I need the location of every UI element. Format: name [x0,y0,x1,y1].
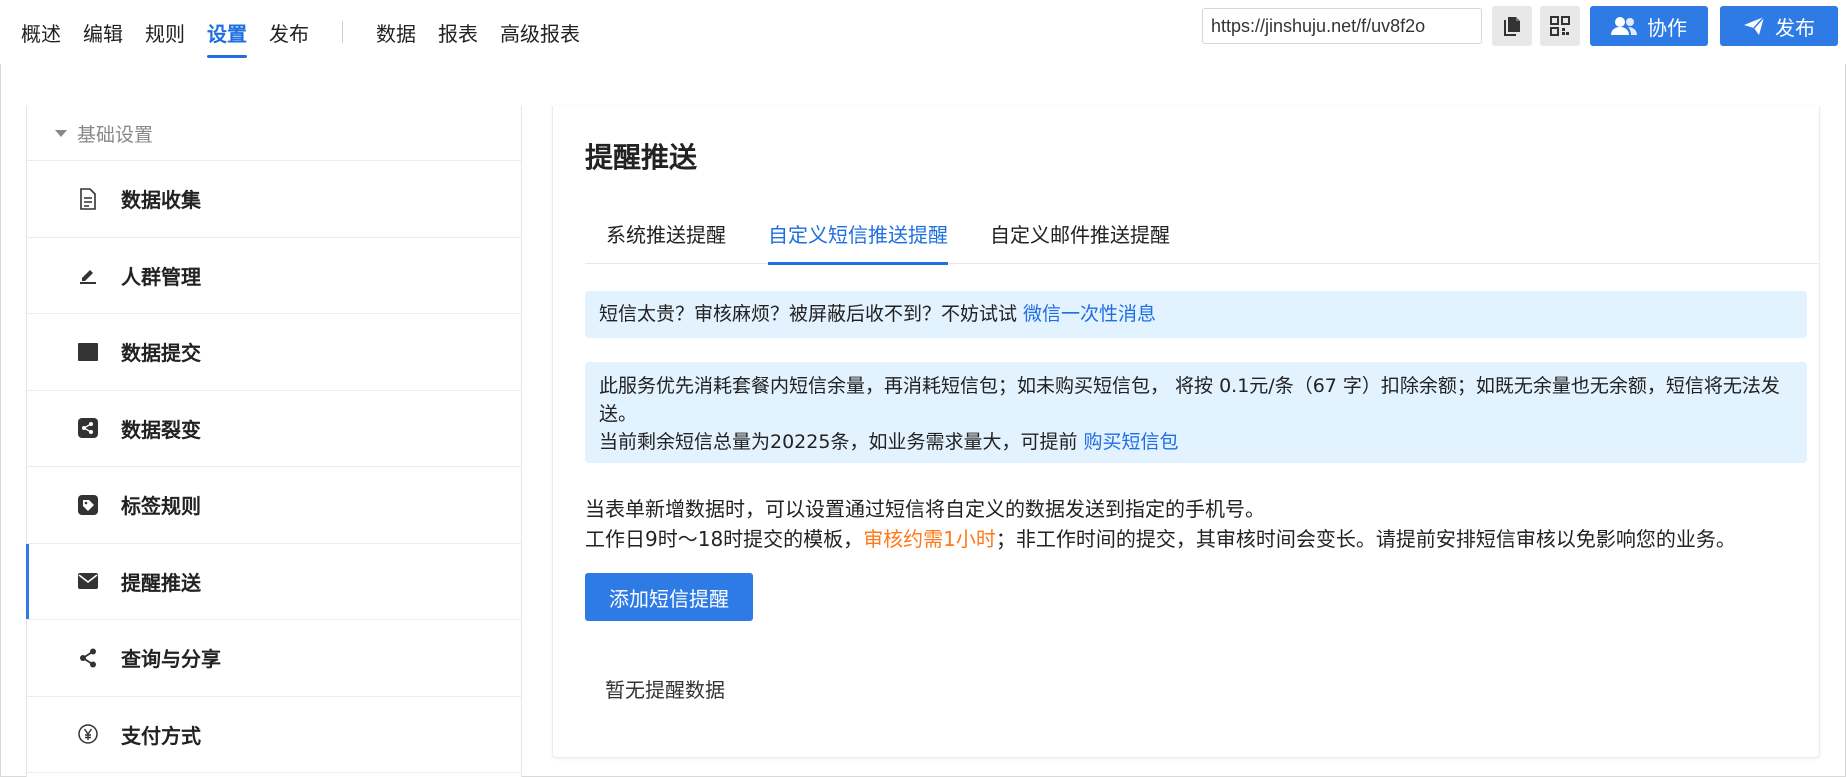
sidebar-item-audience[interactable]: 人群管理 [27,238,521,314]
review-time-post: ；非工作时间的提交，其审核时间会变长。请提前安排短信审核以免影响您的业务。 [995,527,1736,551]
qrcode-button[interactable] [1540,6,1580,46]
billing-text: 此服务优先消耗套餐内短信余量，再消耗短信包；如未购买短信包， 将按 0.1元/条… [599,375,1780,425]
sidebar-item-data-fission[interactable]: 数据裂变 [27,391,521,467]
nav-divider [342,21,343,43]
sidebar-item-label: 查询与分享 [121,647,221,672]
nav-edit[interactable]: 编辑 [72,0,134,64]
nav-data[interactable]: 数据 [365,0,427,64]
sidebar-item-label: 数据收集 [121,188,201,213]
copy-link-button[interactable] [1492,6,1532,46]
sidebar-item-query-share[interactable]: 查询与分享 [27,620,521,697]
buy-sms-package-link[interactable]: 购买短信包 [1083,431,1178,453]
collaborate-button[interactable]: 协作 [1590,6,1708,46]
qrcode-icon [1550,16,1570,36]
settings-sidebar: 基础设置 数据收集 人群管理 数据提交 数据裂变 标签规则 提醒推送 查询与分享… [26,106,522,777]
nav-overview[interactable]: 概述 [10,0,72,64]
collaborate-label: 协作 [1647,15,1687,40]
top-bar: 概述 编辑 规则 设置 发布 数据 报表 高级报表 https://jinshu… [0,0,1846,64]
sms-billing-notice: 此服务优先消耗套餐内短信余量，再消耗短信包；如未购买短信包， 将按 0.1元/条… [585,362,1807,463]
terminal-icon [77,341,99,363]
sidebar-item-label: 提醒推送 [121,570,201,595]
sidebar-item-reminder-push[interactable]: 提醒推送 [26,543,521,620]
review-time-pre: 工作日9时～18时提交的模板， [585,527,864,551]
tab-system-push[interactable]: 系统推送提醒 [585,202,747,264]
sidebar-group-basic[interactable]: 基础设置 [27,106,521,161]
sidebar-item-data-submit[interactable]: 数据提交 [27,314,521,391]
share-icon [77,647,99,669]
users-icon [1611,17,1637,35]
form-url-field[interactable]: https://jinshuju.net/f/uv8f2o [1202,8,1482,44]
nav-reports[interactable]: 报表 [427,0,489,64]
mail-icon [77,570,99,592]
share-square-icon [77,417,99,439]
sidebar-item-label: 数据裂变 [121,417,201,442]
wechat-message-link[interactable]: 微信一次性消息 [1023,303,1156,325]
tag-icon [77,494,99,516]
nav-rules[interactable]: 规则 [134,0,196,64]
remaining-sms-line: 当前剩余短信总量为20225条，如业务需求量大，可提前 购买短信包 [599,428,1793,456]
sidebar-group-label: 基础设置 [77,123,154,146]
sidebar-item-label: 数据提交 [121,341,201,366]
sidebar-item-label: 支付方式 [121,723,201,748]
sms-description: 当表单新增数据时，可以设置通过短信将自定义的数据发送到指定的手机号。 [585,497,1265,521]
empty-state-text: 暂无提醒数据 [605,678,725,702]
publish-button[interactable]: 发布 [1720,6,1838,46]
nav-advanced-reports[interactable]: 高级报表 [489,0,591,64]
sidebar-item-label: 标签规则 [121,494,201,519]
tab-custom-sms[interactable]: 自定义短信推送提醒 [747,202,969,265]
sidebar-item-payment[interactable]: 支付方式 [27,697,521,773]
sidebar-item-label: 人群管理 [121,264,201,289]
review-time-description: 工作日9时～18时提交的模板，审核约需1小时；非工作时间的提交，其审核时间会变长… [585,523,1815,552]
caret-down-icon [55,129,67,137]
notice-text: 短信太贵？审核麻烦？被屏蔽后收不到？不妨试试 [599,303,1024,325]
remaining-sms-text: 当前剩余短信总量为20225条，如业务需求量大，可提前 [599,431,1084,453]
reminder-tabs: 系统推送提醒 自定义短信推送提醒 自定义邮件推送提醒 [585,202,1819,265]
wechat-notice: 短信太贵？审核麻烦？被屏蔽后收不到？不妨试试 微信一次性消息 [585,291,1807,338]
sidebar-item-data-collection[interactable]: 数据收集 [27,161,521,238]
publish-label: 发布 [1775,15,1815,40]
main-nav: 概述 编辑 规则 设置 发布 数据 报表 高级报表 [10,0,591,64]
send-icon [1744,16,1765,35]
sidebar-item-tag-rules[interactable]: 标签规则 [27,467,521,544]
tab-custom-email[interactable]: 自定义邮件推送提醒 [969,202,1191,264]
yen-icon [77,723,99,745]
nav-settings[interactable]: 设置 [196,0,258,64]
edit-icon [77,264,99,286]
add-sms-reminder-button[interactable]: 添加短信提醒 [585,573,753,621]
review-time-highlight: 审核约需1小时 [863,527,996,551]
document-icon [77,187,99,210]
page-title: 提醒推送 [585,141,698,174]
copy-icon [1504,17,1520,36]
main-panel: 提醒推送 系统推送提醒 自定义短信推送提醒 自定义邮件推送提醒 短信太贵？审核麻… [552,106,1820,758]
nav-publish[interactable]: 发布 [258,0,320,64]
